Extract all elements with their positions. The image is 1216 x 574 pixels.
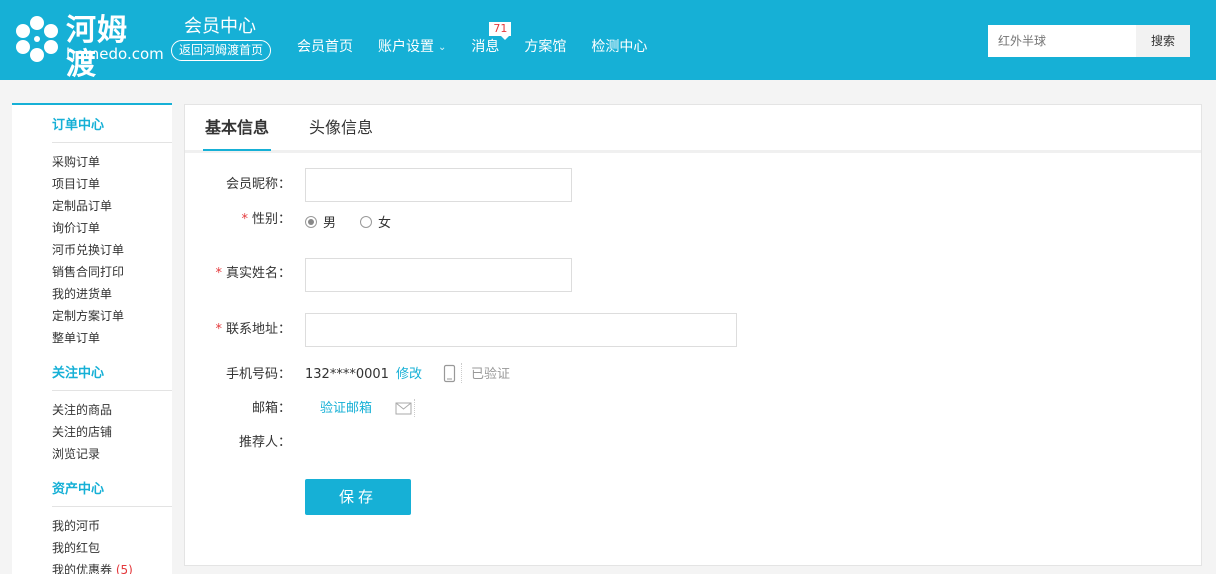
gender-male-radio[interactable]: 男	[305, 212, 336, 231]
sidebar-group-title[interactable]: 订单中心	[52, 116, 172, 143]
nickname-input[interactable]	[305, 168, 572, 202]
search-button[interactable]: 搜索	[1136, 25, 1190, 57]
sidebar: 订单中心 采购订单 项目订单 定制品订单 询价订单 河币兑换订单 销售合同打印 …	[12, 103, 172, 574]
sidebar-group-assets: 资产中心 我的河币 我的红包 我的优惠券 (5)	[12, 480, 172, 574]
sidebar-item-project-orders[interactable]: 项目订单	[52, 173, 172, 195]
nav-testing-center[interactable]: 检测中心	[591, 38, 647, 57]
referrer-label: 推荐人：	[238, 435, 291, 450]
address-input[interactable]	[305, 313, 737, 347]
realname-label: * 真实姓名：	[215, 266, 291, 282]
sidebar-group-orders: 订单中心 采购订单 项目订单 定制品订单 询价订单 河币兑换订单 销售合同打印 …	[12, 116, 172, 349]
sidebar-item-followed-shops[interactable]: 关注的店铺	[52, 421, 172, 443]
nav-label: 方案馆	[524, 39, 567, 55]
coupon-count: (5)	[115, 563, 133, 574]
address-label-text: 联系地址：	[225, 322, 291, 337]
main-panel: 基本信息 头像信息 会员昵称： * 性别： 男 女 * 真实姓名： * 联系地址： 手…	[184, 104, 1202, 566]
envelope-icon	[395, 402, 412, 415]
save-button[interactable]: 保存	[305, 479, 411, 515]
phone-divider	[461, 363, 462, 383]
sidebar-item-my-coins[interactable]: 我的河币	[52, 515, 172, 537]
required-mark: *	[241, 212, 248, 227]
realname-input[interactable]	[305, 258, 572, 292]
nav-messages[interactable]: 消息 71	[471, 22, 512, 57]
nav-label: 消息	[471, 39, 500, 55]
gender-female-label: 女	[378, 216, 392, 231]
homedo-logo[interactable]: 河姆渡 homedo.com	[12, 12, 164, 82]
top-nav: 会员首页 账户设置 ⌄ 消息 71 方案馆 检测中心	[297, 22, 672, 57]
sidebar-item-stock-list[interactable]: 我的进货单	[52, 283, 172, 305]
sidebar-group-title[interactable]: 关注中心	[52, 364, 172, 391]
gender-label-text: 性别：	[251, 212, 291, 227]
nav-solutions[interactable]: 方案馆	[524, 38, 566, 57]
radio-selected-icon	[305, 215, 317, 228]
realname-label-text: 真实姓名：	[225, 266, 291, 281]
message-count-badge: 71	[489, 22, 512, 40]
phone-number: 132****0001	[305, 367, 389, 382]
sidebar-item-my-coupons[interactable]: 我的优惠券 (5)	[52, 559, 172, 574]
sidebar-item-contract-print[interactable]: 销售合同打印	[52, 261, 172, 283]
search-input[interactable]	[988, 25, 1136, 57]
radio-unselected-icon	[360, 215, 372, 228]
nav-label: 账户设置	[378, 39, 434, 55]
required-mark: *	[215, 266, 222, 281]
sidebar-item-custom-solution-orders[interactable]: 定制方案订单	[52, 305, 172, 327]
search-box: 搜索	[988, 25, 1190, 57]
verify-email-link[interactable]: 验证邮箱	[320, 401, 372, 417]
sidebar-item-followed-products[interactable]: 关注的商品	[52, 399, 172, 421]
gender-female-radio[interactable]: 女	[360, 212, 391, 231]
sidebar-item-browse-history[interactable]: 浏览记录	[52, 443, 172, 465]
flower-logo-icon	[16, 16, 58, 62]
phone-modify-link[interactable]: 修改	[396, 367, 422, 383]
address-label: * 联系地址：	[215, 322, 291, 338]
sidebar-item-my-red-packets[interactable]: 我的红包	[52, 537, 172, 559]
email-divider	[414, 399, 415, 417]
sidebar-item-coin-exchange-orders[interactable]: 河币兑换订单	[52, 239, 172, 261]
gender-label: * 性别：	[241, 212, 291, 228]
member-center-title: 会员中心	[184, 16, 256, 37]
nickname-label: 会员昵称：	[225, 177, 291, 192]
phone-verified-status: 已验证	[471, 367, 511, 382]
back-home-button[interactable]: 返回河姆渡首页	[171, 40, 272, 61]
sidebar-item-label: 我的优惠券	[52, 563, 113, 574]
mobile-phone-icon	[443, 364, 456, 383]
top-header: 河姆渡 homedo.com 会员中心 返回河姆渡首页 会员首页 账户设置 ⌄ 消…	[0, 0, 1216, 82]
tab-avatar-info[interactable]: 头像信息	[309, 118, 373, 138]
sidebar-group-follows: 关注中心 关注的商品 关注的店铺 浏览记录	[12, 364, 172, 465]
gender-male-label: 男	[323, 216, 337, 231]
logo-english-text: homedo.com	[66, 45, 164, 63]
sidebar-item-custom-orders[interactable]: 定制品订单	[52, 195, 172, 217]
sidebar-item-purchase-orders[interactable]: 采购订单	[52, 151, 172, 173]
nav-label: 检测中心	[591, 39, 648, 55]
nav-label: 会员首页	[297, 39, 353, 55]
phone-label: 手机号码：	[225, 367, 291, 382]
tab-basic-info[interactable]: 基本信息	[205, 118, 269, 138]
nav-account-settings[interactable]: 账户设置 ⌄	[378, 38, 446, 57]
tab-bar: 基本信息 头像信息	[185, 105, 1201, 153]
sidebar-item-whole-orders[interactable]: 整单订单	[52, 327, 172, 349]
nav-member-home[interactable]: 会员首页	[297, 38, 353, 57]
email-label: 邮箱：	[251, 401, 291, 416]
sidebar-item-inquiry-orders[interactable]: 询价订单	[52, 217, 172, 239]
required-mark: *	[215, 322, 222, 337]
sidebar-group-title[interactable]: 资产中心	[52, 480, 172, 507]
active-tab-indicator	[203, 149, 271, 151]
chevron-down-icon: ⌄	[438, 42, 447, 53]
